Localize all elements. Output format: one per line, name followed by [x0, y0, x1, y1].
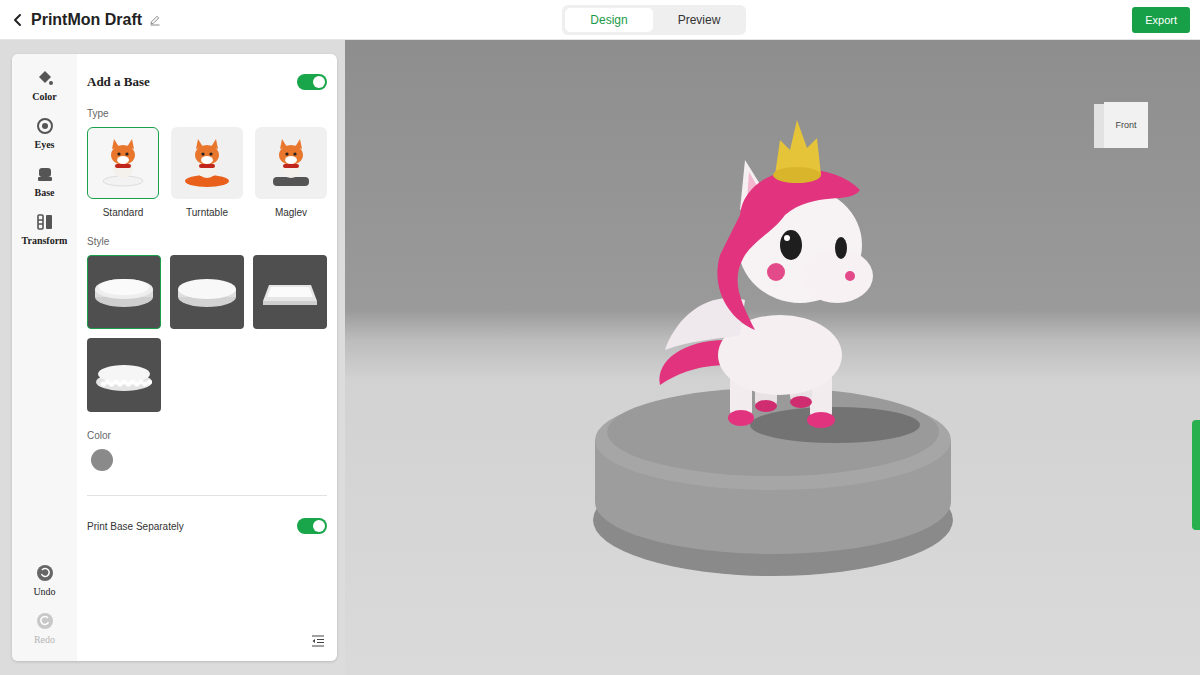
fox-on-base-icon: [179, 135, 235, 191]
spacer: [87, 534, 327, 635]
base-icon: [35, 164, 55, 184]
add-base-toggle[interactable]: [297, 74, 327, 90]
view-cube[interactable]: Front: [1094, 100, 1148, 150]
type-thumbnail: [87, 127, 159, 199]
collapse-panel-icon[interactable]: [311, 635, 325, 647]
base-settings: Add a Base Type Standard Turntable Maglev Sty…: [77, 54, 337, 661]
editor-panel: Color Eyes Base Transform Undo Redo Add a Base…: [12, 54, 337, 661]
section-title: Add a Base: [87, 74, 150, 90]
project-title: PrintMon Draft: [31, 11, 142, 29]
rail-item[interactable]: Base: [12, 158, 77, 206]
top-bar: PrintMon Draft DesignPreview Export: [0, 0, 1200, 40]
3d-viewport[interactable]: Front: [345, 40, 1200, 675]
rail-label: Transform: [22, 235, 68, 246]
type-name: Turntable: [186, 207, 228, 218]
mode-tab[interactable]: Design: [565, 8, 653, 32]
print-separately-label: Print Base Separately: [87, 521, 184, 532]
history-button[interactable]: Undo: [12, 557, 77, 605]
export-button[interactable]: Export: [1132, 7, 1190, 33]
title-group: PrintMon Draft: [12, 11, 562, 29]
fox-on-base-icon: [263, 135, 319, 191]
round-flat-base-icon: [174, 259, 240, 325]
toggle-knob: [313, 76, 325, 88]
rail-item[interactable]: Eyes: [12, 110, 77, 158]
eye-icon: [35, 116, 55, 136]
style-option[interactable]: [170, 255, 244, 329]
square-base-icon: [257, 259, 323, 325]
history-label: Undo: [33, 586, 55, 597]
back-arrow-icon[interactable]: [12, 13, 24, 27]
tool-rail: Color Eyes Base Transform Undo Redo: [12, 54, 77, 661]
style-option[interactable]: [87, 338, 161, 412]
divider: [87, 495, 327, 496]
style-label: Style: [87, 236, 327, 247]
type-name: Standard: [103, 207, 144, 218]
mode-tab[interactable]: Preview: [655, 8, 743, 32]
mode-switch: DesignPreview: [562, 5, 746, 35]
rail-item[interactable]: Transform: [12, 206, 77, 254]
cube-front-face: Front: [1104, 102, 1148, 148]
type-label: Type: [87, 108, 327, 119]
type-options: Standard Turntable Maglev: [87, 127, 327, 218]
cube-side-face: [1094, 104, 1104, 148]
redo-icon: [35, 611, 55, 631]
collapse-row: [87, 635, 327, 647]
left-column: Color Eyes Base Transform Undo Redo Add a Base…: [0, 40, 345, 675]
fluffy-base-icon: [91, 342, 157, 408]
side-tab[interactable]: [1192, 420, 1200, 530]
type-thumbnail: [171, 127, 243, 199]
workspace: Color Eyes Base Transform Undo Redo Add a Base…: [0, 40, 1200, 675]
style-option[interactable]: [253, 255, 327, 329]
style-option[interactable]: [87, 255, 161, 329]
type-option[interactable]: Maglev: [255, 127, 327, 218]
app: PrintMon Draft DesignPreview Export Color Ey…: [0, 0, 1200, 675]
fox-on-base-icon: [95, 135, 151, 191]
undo-icon: [35, 563, 55, 583]
rail-item[interactable]: Color: [12, 62, 77, 110]
rail-label: Eyes: [35, 139, 55, 150]
type-option[interactable]: Turntable: [171, 127, 243, 218]
type-name: Maglev: [275, 207, 307, 218]
base-color-swatch[interactable]: [91, 449, 113, 471]
history-button[interactable]: Redo: [12, 605, 77, 653]
round-beveled-base-icon: [91, 259, 157, 325]
rail-label: Base: [35, 187, 55, 198]
print-separately-toggle[interactable]: [297, 518, 327, 534]
print-separately-row: Print Base Separately: [87, 518, 327, 534]
history-label: Redo: [34, 634, 55, 645]
toggle-knob: [313, 520, 325, 532]
rail-label: Color: [32, 91, 56, 102]
paint-bucket-icon: [35, 68, 55, 88]
type-option[interactable]: Standard: [87, 127, 159, 218]
style-options: [87, 255, 327, 412]
pencil-icon[interactable]: [149, 14, 161, 26]
add-base-row: Add a Base: [87, 74, 327, 90]
sliders-icon: [35, 212, 55, 232]
unicorn-model-icon[interactable]: [345, 40, 1200, 675]
shadow: [750, 407, 920, 443]
color-label: Color: [87, 430, 327, 441]
type-thumbnail: [255, 127, 327, 199]
